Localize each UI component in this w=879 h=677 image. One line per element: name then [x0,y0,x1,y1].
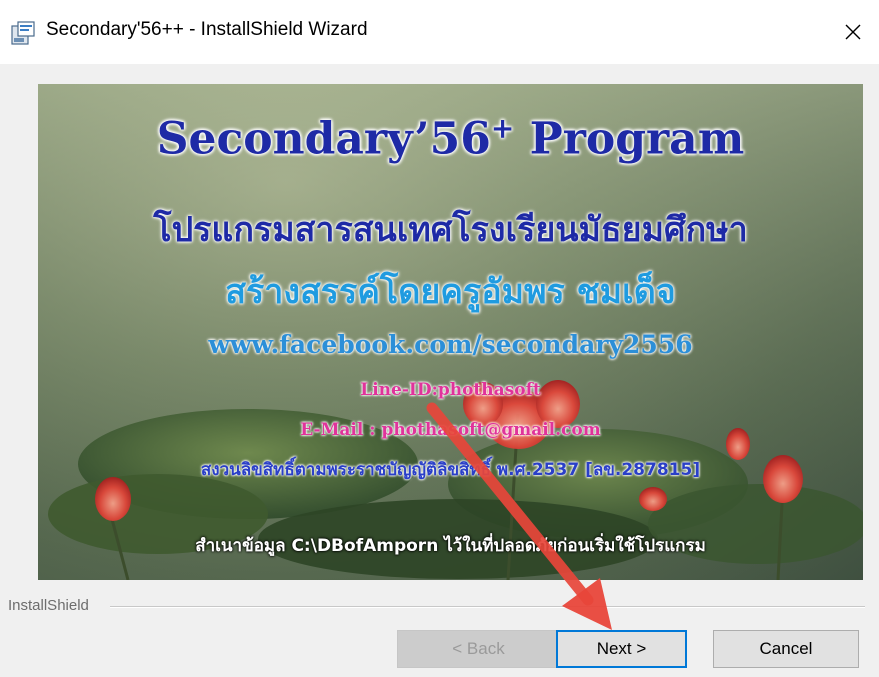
installshield-wizard-window: Secondary'56++ - InstallShield Wizard Se… [0,0,879,677]
close-icon [845,24,861,40]
banner-backup-note: สำเนาข้อมูล C:\DBofAmporn ไว้ในที่ปลอดภั… [195,536,706,556]
splash-banner: Secondary’56+ Program โปรแกรมสารสนเทศโรง… [38,84,863,580]
banner-copyright: สงวนลิขสิทธิ์ตามพระราชบัญญัติลิขสิทธิ์ พ… [200,460,701,480]
close-button[interactable] [833,12,873,52]
cancel-button[interactable]: Cancel [713,630,859,668]
window-title: Secondary'56++ - InstallShield Wizard [46,19,368,40]
next-button[interactable]: Next > [556,630,687,668]
banner-author: สร้างสรรค์โดยครูอัมพร ชมเด็จ [225,272,676,312]
banner-website: www.facebook.com/secondary2556 [208,330,693,359]
title-bar[interactable]: Secondary'56++ - InstallShield Wizard [0,0,879,64]
banner-email: E-Mail : phothasoft@gmail.com [300,420,601,440]
banner-program-description: โปรแกรมสารสนเทศโรงเรียนมัธยมศึกษา [153,210,748,250]
banner-line-id: Line-ID:phothasoft [360,380,541,400]
installshield-group-label: InstallShield [8,597,95,614]
footer-divider [110,606,865,608]
back-button[interactable]: < Back [397,630,560,668]
installer-icon [10,20,36,46]
banner-title: Secondary’56+ Program [156,112,745,165]
